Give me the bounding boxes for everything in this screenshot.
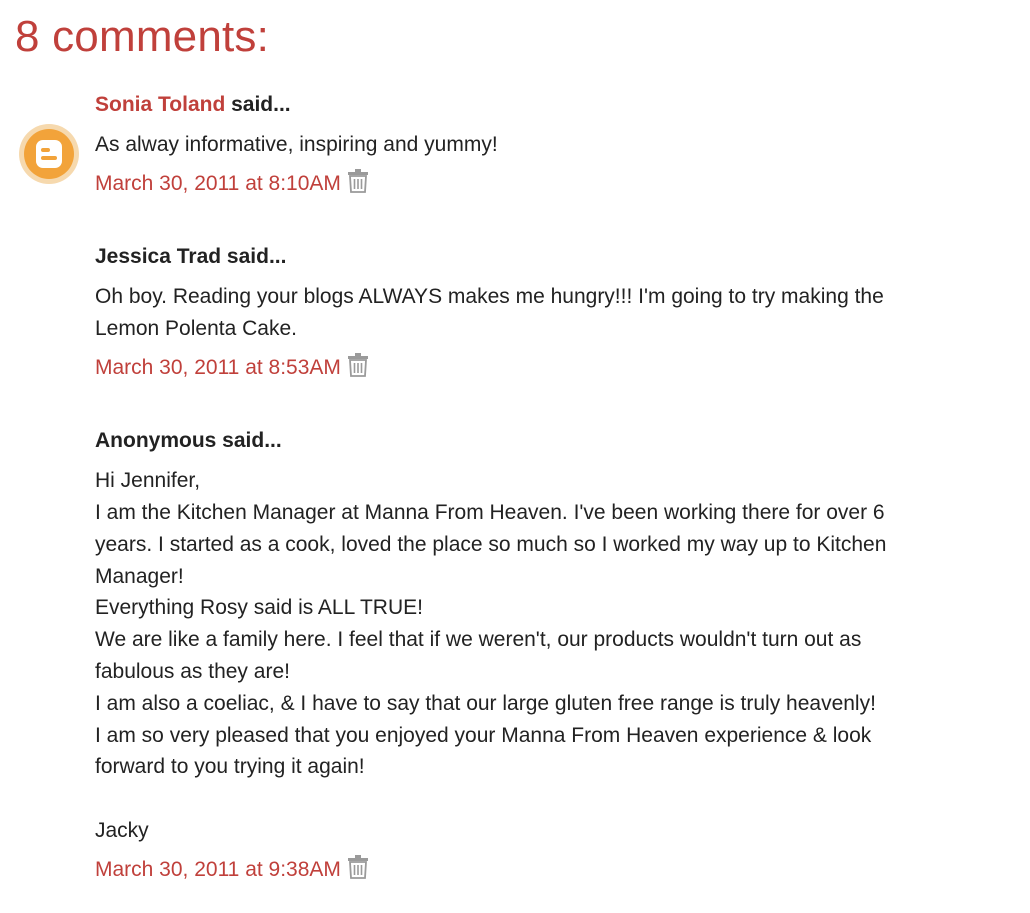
comment: Sonia Toland said... As alway informativ…: [95, 92, 995, 196]
comment-text-line: forward to you trying it again!: [95, 755, 365, 779]
comment-timestamp-row: March 30, 2011 at 8:53AM: [95, 352, 995, 380]
comments-heading: 8 comments:: [15, 12, 270, 61]
comment-author-line: Jessica Trad said...: [95, 244, 995, 269]
trash-icon[interactable]: [347, 352, 369, 377]
trash-icon[interactable]: [347, 169, 369, 194]
comment-text-line: Manager!: [95, 564, 184, 588]
comment-text-line: As alway informative, inspiring and yumm…: [95, 133, 498, 157]
comment-author-name: Jessica Trad: [95, 245, 222, 268]
comment-author-line: Anonymous said...: [95, 428, 995, 453]
comment-text-line: I am so very pleased that you enjoyed yo…: [95, 723, 872, 747]
comment-text-line: I am also a coeliac, & I have to say tha…: [95, 691, 876, 715]
trash-icon[interactable]: [347, 854, 369, 879]
comment-timestamp-link[interactable]: March 30, 2011 at 9:38AM: [95, 857, 341, 882]
comment-text-line: Hi Jennifer,: [95, 469, 201, 493]
comment-author-link[interactable]: Sonia Toland: [95, 93, 225, 116]
comment-author-line: Sonia Toland said...: [95, 92, 995, 117]
said-label: said...: [225, 93, 291, 116]
comment-body: Hi Jennifer, I am the Kitchen Manager at…: [95, 465, 995, 847]
comment-timestamp-link[interactable]: March 30, 2011 at 8:53AM: [95, 355, 341, 380]
comment-timestamp-link[interactable]: March 30, 2011 at 8:10AM: [95, 171, 341, 196]
comment-body: As alway informative, inspiring and yumm…: [95, 129, 995, 161]
comment-timestamp-row: March 30, 2011 at 8:10AM: [95, 169, 995, 196]
said-label: said...: [221, 245, 287, 268]
comment-text-line: We are like a family here. I feel that i…: [95, 628, 862, 652]
comment-text-line: I am the Kitchen Manager at Manna From H…: [95, 500, 885, 524]
comment-text-line: Oh boy. Reading your blogs ALWAYS makes …: [95, 285, 884, 309]
comment-timestamp-row: March 30, 2011 at 9:38AM: [95, 854, 995, 882]
comment-text-line: Lemon Polenta Cake.: [95, 316, 297, 340]
comment: Jessica Trad said... Oh boy. Reading you…: [95, 244, 995, 380]
comment-text-line: fabulous as they are!: [95, 659, 290, 683]
comment-body: Oh boy. Reading your blogs ALWAYS makes …: [95, 281, 995, 345]
comment-signature: Jacky: [95, 818, 149, 842]
blogger-icon[interactable]: [18, 123, 80, 185]
comment-author-name: Anonymous: [95, 429, 217, 452]
comment-text-line: years. I started as a cook, loved the pl…: [95, 532, 887, 556]
comment-text-line: Everything Rosy said is ALL TRUE!: [95, 596, 423, 620]
said-label: said...: [216, 429, 282, 452]
comment: Anonymous said... Hi Jennifer, I am the …: [95, 428, 995, 882]
